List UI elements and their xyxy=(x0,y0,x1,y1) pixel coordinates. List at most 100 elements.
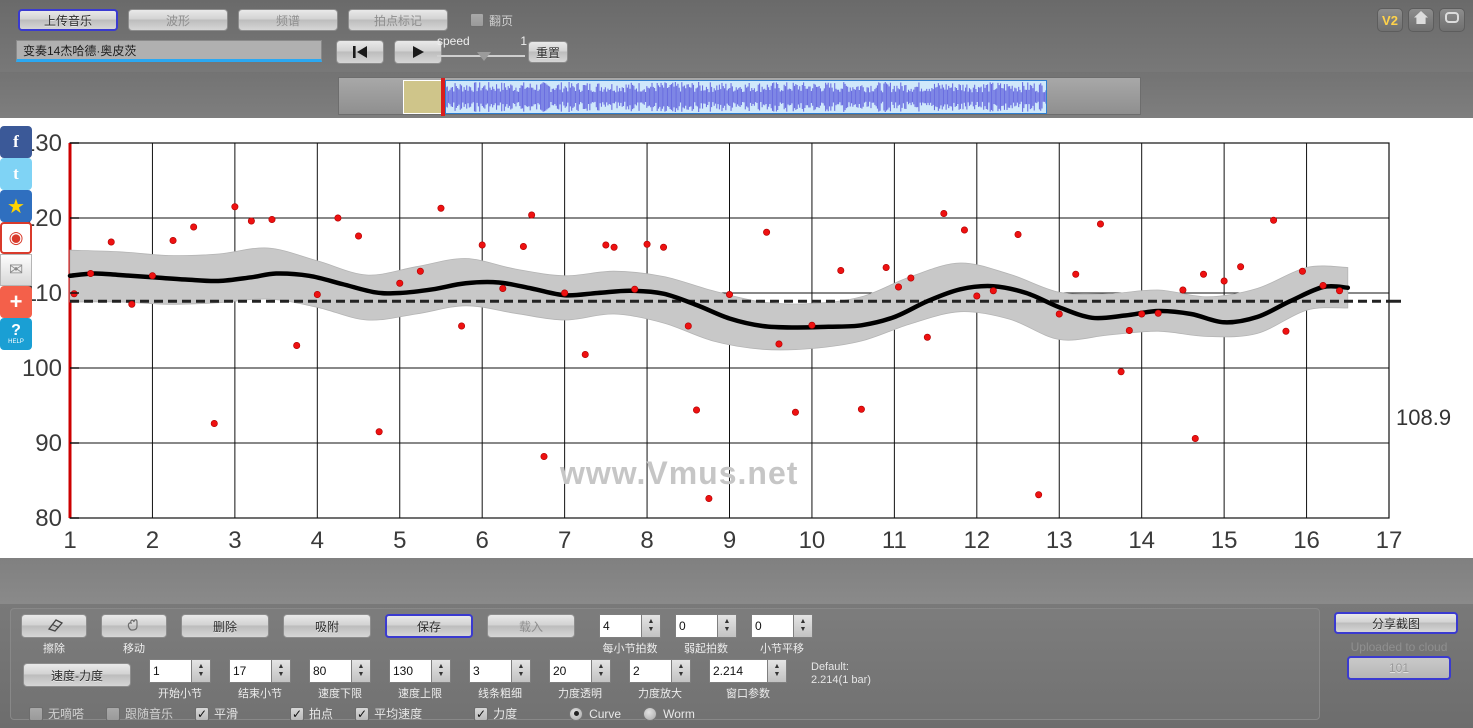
down-arrow-icon[interactable]: ▼ xyxy=(598,671,605,678)
tempo-max-value[interactable]: 130 xyxy=(389,659,431,683)
up-arrow-icon[interactable]: ▲ xyxy=(724,618,731,625)
up-arrow-icon[interactable]: ▲ xyxy=(648,618,655,625)
down-arrow-icon[interactable]: ▼ xyxy=(518,671,525,678)
more-share-icon[interactable]: + xyxy=(0,286,32,318)
field-line-width[interactable]: 3 ▲ ▼ 线条粗细 xyxy=(469,659,531,701)
save-button[interactable]: 保存 xyxy=(385,614,473,638)
beats-per-bar-arrows[interactable]: ▲ ▼ xyxy=(641,614,661,638)
cloud-upload-button[interactable]: 101 xyxy=(1347,656,1451,680)
down-arrow-icon[interactable]: ▼ xyxy=(800,626,807,633)
twitter-icon[interactable]: t xyxy=(0,158,32,190)
start-bar-arrows[interactable]: ▲ ▼ xyxy=(191,659,211,683)
erase-button[interactable] xyxy=(21,614,87,638)
dynamics-opacity-stepper[interactable]: 20 ▲ ▼ xyxy=(549,659,611,683)
pickup-beats-value[interactable]: 0 xyxy=(675,614,717,638)
tempo-min-stepper[interactable]: 80 ▲ ▼ xyxy=(309,659,371,683)
down-arrow-icon[interactable]: ▼ xyxy=(438,671,445,678)
bar-shift-value[interactable]: 0 xyxy=(751,614,793,638)
play-button[interactable] xyxy=(394,40,442,64)
checkbox-no-tick[interactable]: 无嘀嗒 xyxy=(29,705,84,722)
up-arrow-icon[interactable]: ▲ xyxy=(774,663,781,670)
line-width-stepper[interactable]: 3 ▲ ▼ xyxy=(469,659,531,683)
end-bar-value[interactable]: 17 xyxy=(229,659,271,683)
dynamics-scale-value[interactable]: 2 xyxy=(629,659,671,683)
line-width-arrows[interactable]: ▲ ▼ xyxy=(511,659,531,683)
fullscreen-button[interactable] xyxy=(1439,8,1465,32)
down-arrow-icon[interactable]: ▼ xyxy=(724,626,731,633)
field-tempo-min[interactable]: 80 ▲ ▼ 速度下限 xyxy=(309,659,371,701)
up-arrow-icon[interactable]: ▲ xyxy=(800,618,807,625)
tab-upload-music[interactable]: 上传音乐 xyxy=(18,9,118,31)
tempo-min-value[interactable]: 80 xyxy=(309,659,351,683)
tab-spectrum[interactable]: 频谱 xyxy=(238,9,338,31)
version-badge[interactable]: V2 xyxy=(1377,8,1403,32)
down-arrow-icon[interactable]: ▼ xyxy=(358,671,365,678)
pickup-beats-arrows[interactable]: ▲ ▼ xyxy=(717,614,737,638)
up-arrow-icon[interactable]: ▲ xyxy=(358,663,365,670)
start-bar-stepper[interactable]: 1 ▲ ▼ xyxy=(149,659,211,683)
field-dynamics-scale[interactable]: 2 ▲ ▼ 力度放大 xyxy=(629,659,691,701)
checkbox-beats[interactable]: ✓ 拍点 xyxy=(290,705,333,722)
bar-shift-arrows[interactable]: ▲ ▼ xyxy=(793,614,813,638)
up-arrow-icon[interactable]: ▲ xyxy=(678,663,685,670)
radio-curve[interactable]: Curve xyxy=(569,706,621,721)
field-start-bar[interactable]: 1 ▲ ▼ 开始小节 xyxy=(149,659,211,701)
facebook-icon[interactable]: f xyxy=(0,126,32,158)
up-arrow-icon[interactable]: ▲ xyxy=(518,663,525,670)
field-window-param[interactable]: 2.214 ▲ ▼ 窗口参数 xyxy=(709,659,787,701)
qzone-icon[interactable]: ★ xyxy=(0,190,32,222)
up-arrow-icon[interactable]: ▲ xyxy=(278,663,285,670)
share-screenshot-button[interactable]: 分享截图 xyxy=(1334,612,1458,634)
radio-worm[interactable]: Worm xyxy=(643,706,695,721)
tab-waveform[interactable]: 波形 xyxy=(128,9,228,31)
window-param-arrows[interactable]: ▲ ▼ xyxy=(767,659,787,683)
checkbox-follow-music[interactable]: 跟随音乐 xyxy=(106,705,173,722)
field-bar-shift[interactable]: 0 ▲ ▼ 小节平移 xyxy=(751,614,813,656)
speed-slider-handle[interactable] xyxy=(477,52,491,61)
checkbox-dynamics[interactable]: ✓ 力度 xyxy=(474,705,517,722)
field-pickup-beats[interactable]: 0 ▲ ▼ 弱起拍数 xyxy=(675,614,737,656)
field-tempo-max[interactable]: 130 ▲ ▼ 速度上限 xyxy=(389,659,451,701)
up-arrow-icon[interactable]: ▲ xyxy=(438,663,445,670)
home-button[interactable] xyxy=(1408,8,1434,32)
dynamics-opacity-arrows[interactable]: ▲ ▼ xyxy=(591,659,611,683)
line-width-value[interactable]: 3 xyxy=(469,659,511,683)
beats-per-bar-value[interactable]: 4 xyxy=(599,614,641,638)
window-param-stepper[interactable]: 2.214 ▲ ▼ xyxy=(709,659,787,683)
snap-button[interactable]: 吸附 xyxy=(283,614,371,638)
erase-tool[interactable]: 擦除 xyxy=(21,614,87,656)
up-arrow-icon[interactable]: ▲ xyxy=(198,663,205,670)
tempo-min-arrows[interactable]: ▲ ▼ xyxy=(351,659,371,683)
move-button[interactable] xyxy=(101,614,167,638)
checkbox-page-flip[interactable]: 翻页 xyxy=(470,12,513,29)
weibo-icon[interactable]: ◉ xyxy=(0,222,32,254)
tempo-dynamics-button[interactable]: 速度-力度 xyxy=(23,663,131,687)
start-bar-value[interactable]: 1 xyxy=(149,659,191,683)
file-name-field[interactable]: 变奏14杰哈德·奥皮茨 xyxy=(16,40,322,62)
reset-button[interactable]: 重置 xyxy=(528,41,568,63)
dynamics-scale-stepper[interactable]: 2 ▲ ▼ xyxy=(629,659,691,683)
up-arrow-icon[interactable]: ▲ xyxy=(598,663,605,670)
window-param-value[interactable]: 2.214 xyxy=(709,659,767,683)
checkbox-smooth[interactable]: ✓ 平滑 xyxy=(195,705,238,722)
pickup-beats-stepper[interactable]: 0 ▲ ▼ xyxy=(675,614,737,638)
bar-shift-stepper[interactable]: 0 ▲ ▼ xyxy=(751,614,813,638)
field-end-bar[interactable]: 17 ▲ ▼ 结束小节 xyxy=(229,659,291,701)
tempo-max-arrows[interactable]: ▲ ▼ xyxy=(431,659,451,683)
end-bar-stepper[interactable]: 17 ▲ ▼ xyxy=(229,659,291,683)
waveform-audio-data[interactable] xyxy=(445,80,1047,114)
load-button[interactable]: 载入 xyxy=(487,614,575,638)
tempo-chart-panel[interactable]: 80 90 100 110 120 130 1 2 3 4 5 6 7 8 9 10 11 12 13 14 15 16 1… xyxy=(0,118,1473,558)
delete-button[interactable]: 删除 xyxy=(181,614,269,638)
tempo-max-stepper[interactable]: 130 ▲ ▼ xyxy=(389,659,451,683)
tab-beat-marker[interactable]: 拍点标记 xyxy=(348,9,448,31)
end-bar-arrows[interactable]: ▲ ▼ xyxy=(271,659,291,683)
email-icon[interactable]: ✉ xyxy=(0,254,32,286)
checkbox-average-tempo[interactable]: ✓ 平均速度 xyxy=(355,705,422,722)
down-arrow-icon[interactable]: ▼ xyxy=(648,626,655,633)
dynamics-scale-arrows[interactable]: ▲ ▼ xyxy=(671,659,691,683)
dynamics-opacity-value[interactable]: 20 xyxy=(549,659,591,683)
down-arrow-icon[interactable]: ▼ xyxy=(198,671,205,678)
field-beats-per-bar[interactable]: 4 ▲ ▼ 每小节拍数 xyxy=(599,614,661,656)
rewind-to-start-button[interactable] xyxy=(336,40,384,64)
